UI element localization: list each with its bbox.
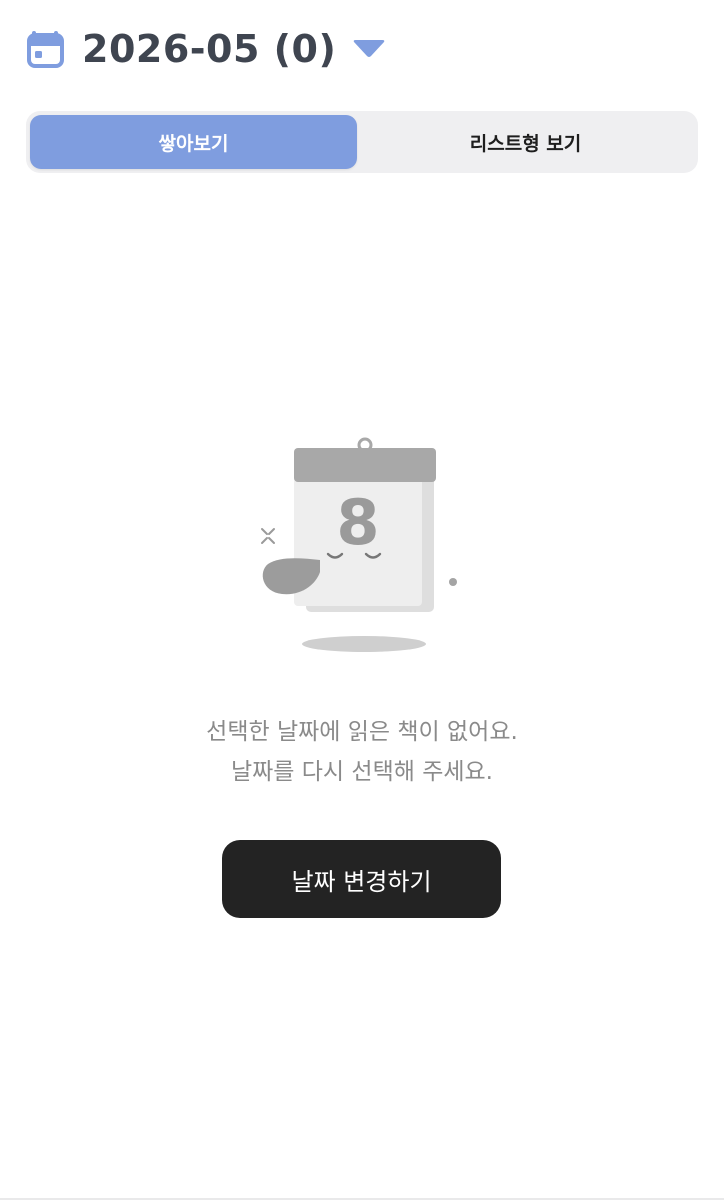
calendar-icon: [27, 31, 64, 68]
stack-view-tab[interactable]: 쌓아보기: [30, 115, 357, 169]
reading-calendar-screen: 2026-05 (0) 쌓아보기 리스트형 보기 8 선택한 날짜에 읽은 책이…: [0, 0, 724, 1200]
change-date-button[interactable]: 날짜 변경하기: [222, 840, 501, 918]
illustration-dot: [449, 578, 457, 586]
empty-message-line-1: 선택한 날짜에 읽은 책이 없어요.: [206, 719, 518, 745]
sleeping-calendar-illustration: 8: [261, 437, 457, 652]
list-view-tab[interactable]: 리스트형 보기: [357, 115, 694, 169]
illustration-shadow: [302, 636, 426, 652]
view-mode-toggle: 쌓아보기 리스트형 보기: [26, 111, 698, 173]
empty-state-message: 선택한 날짜에 읽은 책이 없어요. 날짜를 다시 선택해 주세요.: [0, 712, 724, 792]
month-title[interactable]: 2026-05 (0): [82, 27, 336, 71]
empty-message-line-2: 날짜를 다시 선택해 주세요.: [230, 759, 493, 785]
month-selector[interactable]: 2026-05 (0): [26, 22, 386, 76]
caret-down-icon[interactable]: [352, 39, 386, 59]
calendar-digit: 8: [336, 486, 379, 559]
calendar-binder: [294, 448, 436, 482]
sparkle-icon: [261, 528, 275, 544]
